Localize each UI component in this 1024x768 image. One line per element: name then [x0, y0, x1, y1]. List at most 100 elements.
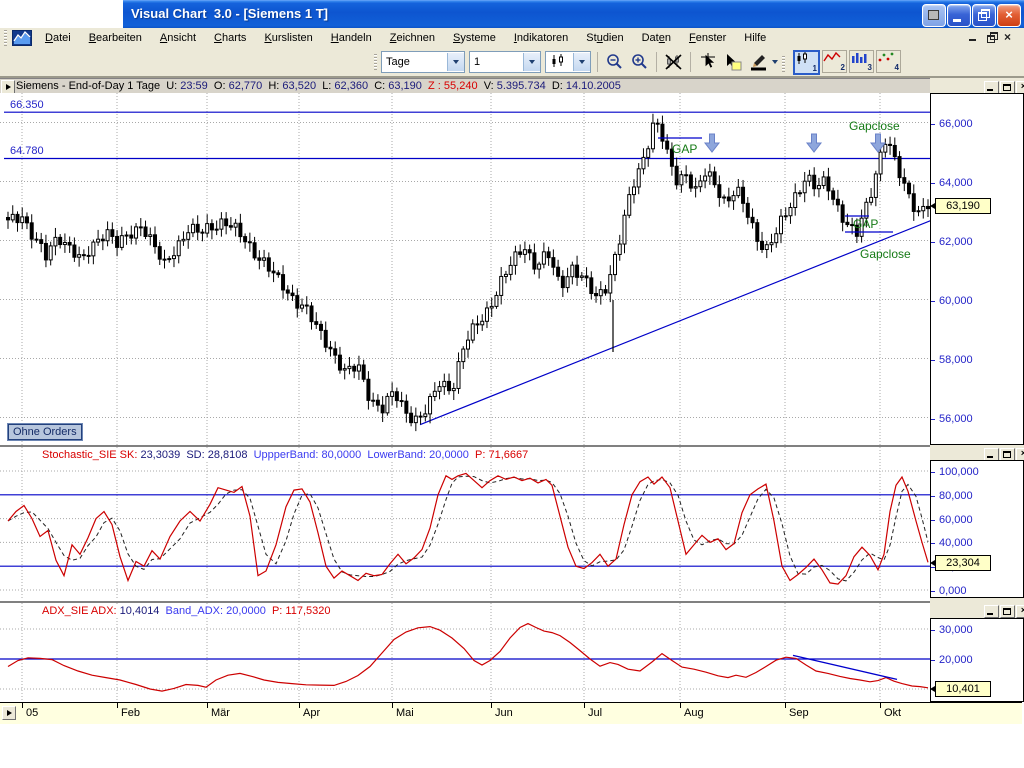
axis-tick-mark	[931, 630, 935, 631]
axis-label: 62,000	[939, 236, 973, 248]
gap-down-arrow-icon	[705, 134, 719, 152]
chart-window-3-button[interactable]: 3	[849, 50, 874, 73]
mdi-close-icon[interactable]: ×	[1004, 32, 1016, 43]
toolbar-grip-handle[interactable]	[782, 56, 785, 72]
menu-item-kurslisten[interactable]: Kurslisten	[255, 30, 321, 46]
pane-scroll-left-button[interactable]	[1, 80, 15, 94]
header-segment: U:	[166, 80, 177, 92]
header-segment: P:	[475, 449, 485, 461]
pane-close-icon[interactable]: ×	[1016, 605, 1024, 618]
time-axis-label: Feb	[121, 707, 140, 719]
interval-combo[interactable]: 1	[469, 51, 541, 73]
chart-window-4-button[interactable]: 4	[876, 50, 901, 73]
chart-window-1-button[interactable]: 1	[793, 50, 820, 75]
axis-tick-mark	[931, 124, 935, 125]
pointer-icon[interactable]	[697, 52, 718, 73]
toolbar-grip-handle[interactable]	[374, 54, 377, 70]
price-chart-pane[interactable]: 66.35064.780GapcloseGAPGAPGapclose Ohne …	[0, 93, 930, 445]
price-pane-header-row: Siemens - End-of-Day 1 Tage U: 23:59 O: …	[0, 78, 1024, 94]
time-axis-tick	[584, 703, 585, 708]
interval-combo-dropdown-icon[interactable]	[523, 53, 540, 71]
header-segment: 62,360	[331, 80, 374, 92]
app-icon[interactable]	[12, 30, 32, 49]
time-axis-tick	[207, 703, 208, 708]
menu-item-daten[interactable]: Daten	[633, 30, 680, 46]
menu-item-systeme[interactable]: Systeme	[444, 30, 505, 46]
sk-line	[8, 473, 928, 584]
mdi-restore-icon[interactable]	[986, 32, 998, 43]
period-combo-value: Tage	[382, 56, 447, 68]
header-segment: O:	[214, 80, 226, 92]
bar-style-dropdown-icon[interactable]	[573, 53, 590, 71]
header-segment: 55,240	[441, 80, 484, 92]
menu-item-datei[interactable]: Datei	[36, 30, 80, 46]
time-axis-scroll-button[interactable]	[2, 706, 16, 720]
header-segment: 117,5320	[282, 605, 330, 617]
header-segment: 10,4014	[117, 605, 166, 617]
adx-pane-header: ADX_SIE ADX: 10,4014 Band_ADX: 20,0000 P…	[40, 605, 333, 617]
time-axis[interactable]: 05FebMärAprMaiJunJulAugSepOkt	[0, 702, 1022, 724]
menu-item-indikatoren[interactable]: Indikatoren	[505, 30, 577, 46]
stochastic-chart-pane[interactable]: Stochastic_SIE SK: 23,3039 SD: 28,8108 U…	[0, 447, 930, 600]
axis-tick-mark	[931, 496, 935, 497]
header-segment: LowerBand:	[367, 449, 426, 461]
pointer-note-icon[interactable]	[722, 52, 743, 73]
adx-chart-pane[interactable]: ADX_SIE ADX: 10,4014 Band_ADX: 20,0000 P…	[0, 603, 930, 702]
chart-window-buttons: 123 4	[789, 50, 901, 75]
menu-bar: DateiBearbeitenAnsichtChartsKurslistenHa…	[0, 28, 1024, 49]
axis-label: 40,000	[939, 537, 973, 549]
menu-item-studien[interactable]: Studien	[577, 30, 632, 46]
window-mode-icon	[928, 10, 939, 20]
mdi-minimize-icon[interactable]	[968, 32, 980, 43]
adx-axis[interactable]: 20,00030,00010,401	[930, 618, 1024, 702]
period-combo[interactable]: Tage	[381, 51, 465, 73]
axis-tick-mark	[931, 543, 935, 544]
chart-window-2-button[interactable]: 2	[822, 50, 847, 73]
stochastic-axis[interactable]: 0,00020,00040,00060,00080,000100,00023,3…	[930, 460, 1024, 598]
menu-item-charts[interactable]: Charts	[205, 30, 255, 46]
period-combo-dropdown-icon[interactable]	[447, 53, 464, 71]
window-mode-button[interactable]	[922, 4, 946, 27]
draw-pen-icon[interactable]	[747, 52, 768, 73]
price-axis-column: × 56,00058,00060,00062,00064,00066,00063…	[930, 78, 1024, 702]
pane-maximize-icon[interactable]	[1000, 605, 1015, 618]
time-axis-label: Mär	[211, 707, 230, 719]
zoom-in-icon[interactable]	[629, 52, 650, 73]
zoom-out-icon[interactable]	[604, 52, 625, 73]
ohne-orders-badge[interactable]: Ohne Orders	[8, 424, 82, 440]
menu-item-zeichnen[interactable]: Zeichnen	[381, 30, 444, 46]
restore-button[interactable]	[972, 4, 996, 27]
menu-item-handeln[interactable]: Handeln	[322, 30, 381, 46]
stochastic-chart-svg	[0, 447, 930, 600]
draw-pen-dropdown-icon[interactable]	[772, 60, 778, 64]
header-segment: 5.395.734	[494, 80, 552, 92]
axis-tick-mark	[931, 360, 935, 361]
header-segment: Band_ADX:	[166, 605, 223, 617]
minimize-button[interactable]	[947, 4, 971, 27]
header-segment: 23,3039	[137, 449, 186, 461]
time-axis-label: Sep	[789, 707, 809, 719]
menu-item-fenster[interactable]: Fenster	[680, 30, 735, 46]
bar-style-combo[interactable]	[545, 51, 591, 73]
header-segment: P:	[272, 605, 282, 617]
axis-label: 64,000	[939, 177, 973, 189]
header-segment: SD:	[186, 449, 204, 461]
menu-item-bearbeiten[interactable]: Bearbeiten	[80, 30, 151, 46]
menu-item-ansicht[interactable]: Ansicht	[151, 30, 205, 46]
menu-item-hilfe[interactable]: Hilfe	[735, 30, 775, 46]
price-axis[interactable]: 56,00058,00060,00062,00064,00066,00063,1…	[930, 93, 1024, 445]
header-segment: ADX_SIE	[42, 605, 91, 617]
time-axis-tick	[392, 703, 393, 708]
deactivate-series-icon[interactable]	[663, 52, 684, 73]
close-button[interactable]: ×	[997, 4, 1021, 27]
svg-text:Gapclose: Gapclose	[860, 247, 911, 261]
header-segment: 80,0000	[318, 449, 367, 461]
window-number: 4	[895, 63, 899, 72]
time-axis-tick	[680, 703, 681, 708]
header-segment: ADX:	[91, 605, 117, 617]
title-bar[interactable]: Visual Chart 3.0 - [Siemens 1 T] ×	[123, 0, 1024, 29]
pane-minimize-icon[interactable]	[984, 605, 999, 618]
menu-grip-handle[interactable]	[4, 30, 7, 46]
header-segment: D:	[552, 80, 563, 92]
adx-line	[8, 624, 928, 692]
